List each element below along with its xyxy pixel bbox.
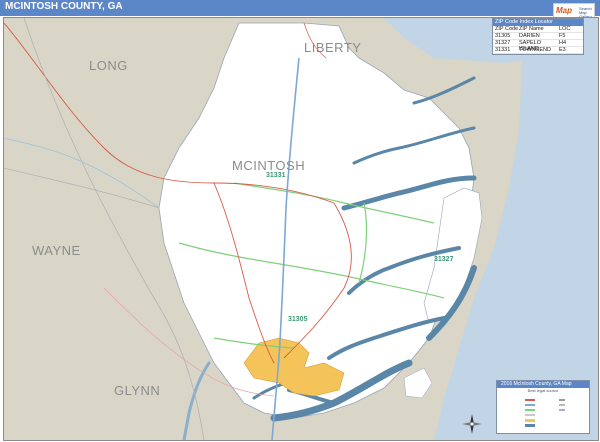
zip-col-header: ZIP Code bbox=[495, 26, 519, 32]
name-col-header: ZIP Name bbox=[519, 26, 544, 32]
loc-cell: H4 bbox=[559, 40, 567, 46]
legend-title: 2016 McIntosh County, GA Map bbox=[497, 381, 589, 388]
name-cell: DARIEN bbox=[519, 33, 540, 39]
legend-swatch-water bbox=[525, 424, 535, 427]
table-row: 31305 DARIEN F5 bbox=[493, 33, 583, 40]
zip-table-header-row: ZIP Code ZIP Name LOC bbox=[493, 26, 583, 33]
map-canvas[interactable] bbox=[4, 18, 598, 440]
label-glynn: GLYNN bbox=[114, 383, 161, 398]
name-cell: TOWNSEND bbox=[519, 47, 551, 53]
legend-swatch-interstate bbox=[525, 404, 535, 406]
legend-swatch-rail bbox=[559, 399, 565, 401]
loc-cell: E3 bbox=[559, 47, 566, 53]
zip-label-31327: 31327 bbox=[434, 256, 454, 263]
logo-brand: Map bbox=[556, 6, 572, 15]
zip-cell: 31305 bbox=[495, 33, 511, 39]
zip-label-31305: 31305 bbox=[288, 316, 308, 323]
legend-swatch-zip bbox=[525, 409, 535, 411]
label-mcintosh: MCINTOSH bbox=[232, 158, 306, 173]
zip-table-title: ZIP Code Index Locator bbox=[493, 19, 583, 26]
zip-cell: 31327 bbox=[495, 40, 511, 46]
legend-swatch-highway bbox=[525, 399, 535, 401]
loc-cell: F5 bbox=[559, 33, 566, 39]
legend-swatch-park bbox=[559, 404, 565, 406]
legend-subtitle: Best legal source bbox=[527, 388, 559, 393]
legend-swatch-urban bbox=[525, 419, 535, 422]
map-legend: 2016 McIntosh County, GA Map Best legal … bbox=[496, 380, 590, 434]
legend-swatch-military bbox=[559, 409, 565, 411]
zip-index-table: ZIP Code Index Locator ZIP Code ZIP Name… bbox=[492, 18, 584, 55]
zip-cell: 31331 bbox=[495, 47, 511, 53]
map-title: MCINTOSH COUNTY, GA bbox=[5, 1, 123, 12]
table-row: 31327 SAPELO ISLAND H4 bbox=[493, 40, 583, 52]
map-frame[interactable]: LONG LIBERTY MCINTOSH WAYNE GLYNN 31331 … bbox=[3, 17, 599, 441]
label-wayne: WAYNE bbox=[32, 243, 81, 258]
compass-rose-icon bbox=[462, 414, 482, 434]
title-bar: MCINTOSH COUNTY, GA bbox=[0, 0, 600, 16]
name-cell: SAPELO ISLAND bbox=[519, 40, 542, 52]
loc-col-header: LOC bbox=[559, 26, 571, 32]
label-long: LONG bbox=[89, 58, 128, 73]
label-liberty: LIBERTY bbox=[304, 40, 362, 55]
zip-label-31331: 31331 bbox=[266, 172, 286, 179]
legend-swatch-county bbox=[525, 414, 535, 416]
table-row: 31331 TOWNSEND E3 bbox=[493, 47, 583, 54]
